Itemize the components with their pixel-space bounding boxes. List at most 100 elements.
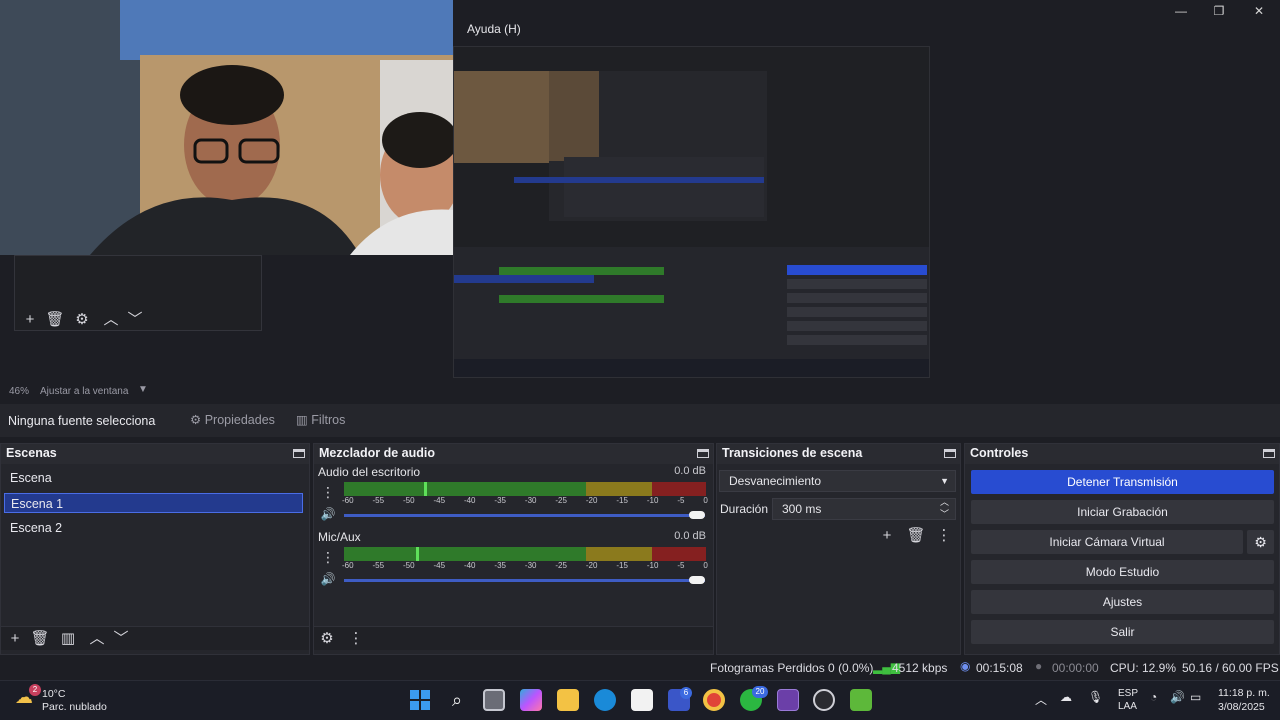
chevron-up-icon[interactable]: ︿ [1035,691,1047,708]
meter-tick-label: -45 [433,561,446,570]
webcam-feed [0,0,453,255]
volume-slider-handle[interactable] [689,511,705,519]
volume-slider-track[interactable] [344,579,705,582]
meter-green-zone [344,547,586,561]
clock-time[interactable]: 11:18 p. m. [1218,687,1270,699]
search-icon[interactable]: ⌕ [446,689,468,711]
scenes-title-text: Escenas [6,446,57,460]
chevron-up-icon[interactable]: ︿ [87,630,107,648]
scene-item[interactable]: Escena 2 [4,518,303,538]
more-options-icon[interactable]: ⋮ [318,483,338,501]
gear-icon[interactable]: ⚙ [72,311,92,329]
language-label[interactable]: ESP [1118,688,1138,699]
properties-button[interactable]: ⚙ Propiedades [186,408,278,432]
volume-icon[interactable]: 🔊 [1170,690,1185,704]
audio-meter [344,547,706,561]
more-options-icon[interactable]: ⋮ [934,527,954,545]
meter-tick-label: -25 [555,561,567,570]
stepper-icon[interactable]: ︿ ﹀ [940,496,949,520]
meter-tick-label: -10 [646,561,659,570]
minimize-button[interactable]: — [1162,2,1200,20]
start-virtual-camera-button[interactable]: Iniciar Cámara Virtual [971,530,1243,554]
duration-spinbox[interactable]: 300 ms ︿ ﹀ [772,496,956,520]
zoom-fit-dropdown[interactable]: Ajustar a la ventana [40,386,128,397]
meter-yellow-zone [586,547,652,561]
chrome-icon[interactable] [703,689,725,711]
obs-app-icon[interactable] [777,689,799,711]
more-options-icon[interactable]: ⋮ [346,630,366,648]
trash-icon[interactable]: 🗑 [906,527,926,545]
volume-slider-track[interactable] [344,514,705,517]
volume-icon[interactable]: 🔊 [318,570,338,588]
clock-date[interactable]: 3/08/2025 [1218,701,1265,713]
properties-label: Propiedades [204,413,275,427]
filters-button[interactable]: ▥ Filtros [292,408,352,432]
filter-icon[interactable]: ▥ [58,630,78,648]
title-bar [453,0,1280,40]
popout-icon[interactable] [1263,449,1275,458]
zoom-level: 46% [9,386,30,397]
add-scene-icon[interactable]: + [5,630,25,648]
virtual-camera-gear-icon[interactable]: ⚙ [1247,530,1274,554]
popout-icon[interactable] [697,449,709,458]
transition-select[interactable]: Desvanecimiento ▼ [719,470,956,492]
volume-slider-handle[interactable] [689,576,705,584]
more-options-icon[interactable]: ⋮ [318,548,338,566]
studio-mode-button[interactable]: Modo Estudio [971,560,1274,584]
wifi-icon[interactable]: ◔ [1150,690,1157,704]
battery-icon[interactable]: ▭ [1190,690,1201,704]
whatsapp-badge: 20 [752,686,768,698]
edge-icon[interactable] [594,689,616,711]
nested-preview [453,46,930,378]
popout-icon[interactable] [293,449,305,458]
exit-button[interactable]: Salir [971,620,1274,644]
meter-red-zone [652,547,706,561]
meter-tick-label: -20 [585,496,598,505]
file-explorer-icon[interactable] [557,689,579,711]
volume-icon[interactable]: 🔊 [318,505,338,523]
meter-scale: -60 -55 -50 -45 -40 -35 -30 -25 -20 -15 -10 -5 0 [342,496,708,506]
cloud-icon[interactable]: ☁ [1060,690,1072,704]
preview-dock-fragment: + 🗑 ⚙ ︿ ﹀ [14,255,262,331]
caret-down-icon[interactable]: ▼ [138,384,148,395]
chevron-down-icon[interactable]: ﹀ [111,630,131,648]
task-view-icon[interactable] [483,689,505,711]
start-recording-button[interactable]: Iniciar Grabación [971,500,1274,524]
obs-icon[interactable] [813,689,835,711]
trash-icon[interactable]: 🗑 [30,630,50,648]
minecraft-icon[interactable] [850,689,872,711]
chevron-up-icon[interactable]: ︿ [101,311,121,329]
advanced-audio-gear-icon[interactable]: ⚙ [317,630,337,648]
popout-icon[interactable] [944,449,956,458]
settings-button[interactable]: Ajustes [971,590,1274,614]
add-transition-icon[interactable]: + [877,527,897,545]
scene-item-selected[interactable]: Escena 1 [4,493,303,513]
close-button[interactable]: ✕ [1240,2,1278,20]
trash-icon[interactable]: 🗑 [45,311,65,329]
meter-red-zone [652,482,706,496]
scene-item[interactable]: Escena [4,468,303,488]
dropped-frames: Fotogramas Perdidos 0 (0.0%) [710,661,874,675]
meter-green-zone [344,482,586,496]
mixer-title: Mezclador de audio [314,444,713,464]
bitrate: 4512 kbps [892,661,948,675]
stream-icon: ◉ [960,659,971,673]
webcam-image [0,0,453,255]
region-label[interactable]: LAA [1118,701,1137,712]
meter-tick-label: -15 [616,496,628,505]
stop-streaming-button[interactable]: Detener Transmisión [971,470,1274,494]
windows-start-icon[interactable] [409,689,431,711]
maximize-button[interactable]: ❐ [1200,2,1238,20]
meter-tick-label: -5 [677,496,685,505]
chevron-down-icon[interactable]: ﹀ [125,311,145,329]
add-icon[interactable]: + [20,311,40,329]
menu-help[interactable]: Ayuda (H) [467,22,521,36]
audio-meter [344,482,706,496]
filter-icon: ▥ [296,413,308,427]
microphone-icon[interactable]: 🎙 [1088,690,1103,704]
store-icon[interactable] [631,689,653,711]
copilot-icon[interactable] [520,689,542,711]
cpu-usage: CPU: 12.9% [1110,661,1177,675]
recording-time: 00:00:00 [1052,661,1099,675]
transitions-title: Transiciones de escena [717,444,960,464]
